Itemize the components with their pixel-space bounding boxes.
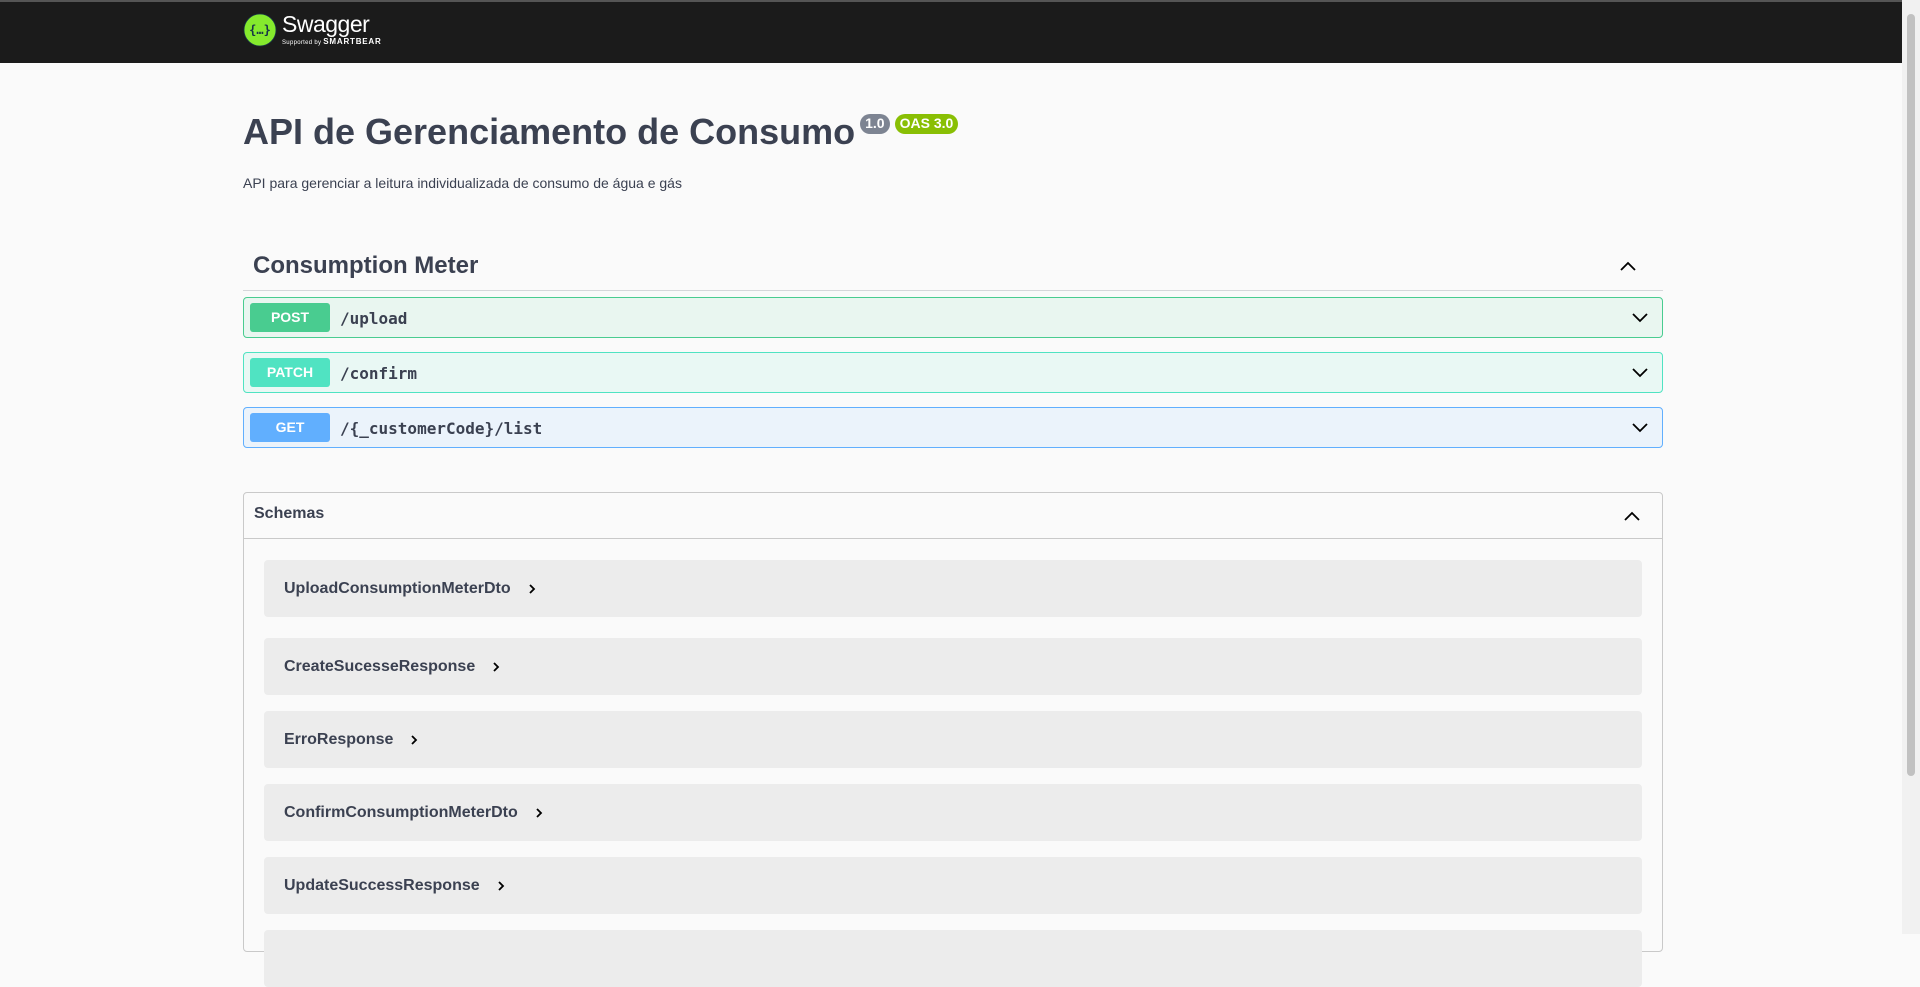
chevron-up-icon[interactable] (1622, 506, 1642, 526)
schemas-section: Schemas UploadConsumptionMeterDto Create… (243, 492, 1663, 987)
schema-name: UploadConsumptionMeterDto (284, 580, 511, 597)
schema-name: ErroResponse (284, 731, 394, 748)
schemas-title: Schemas (254, 505, 325, 522)
chevron-right-icon[interactable] (494, 879, 508, 893)
tag-title: Consumption Meter (253, 252, 479, 279)
chevron-down-icon[interactable] (1630, 308, 1650, 328)
chevron-down-icon[interactable] (1630, 363, 1650, 383)
operation-path: /{_customerCode}/list (340, 419, 543, 438)
api-title: API de Gerenciamento de Consumo (243, 111, 856, 152)
operation-post-upload[interactable]: POST /upload (243, 297, 1663, 338)
operation-path: /upload (340, 309, 408, 328)
brand-name: Swagger (282, 11, 370, 37)
operation-path: /confirm (340, 364, 418, 383)
brand-tagline: Supported by SMARTBEAR (282, 37, 382, 46)
method-badge-patch: PATCH (250, 358, 330, 387)
method-badge-get: GET (250, 413, 330, 442)
page-scrollbar[interactable] (1902, 0, 1920, 934)
operation-get-list[interactable]: GET /{_customerCode}/list (243, 407, 1663, 448)
chevron-up-icon[interactable] (1618, 256, 1638, 276)
api-info: API de Gerenciamento de Consumo 1.0 OAS … (243, 108, 959, 156)
tag-header[interactable]: Consumption Meter (243, 240, 1663, 291)
topbar: {…} Swagger Supported by SMARTBEAR (0, 0, 1902, 63)
schema-name: UpdateSuccessResponse (284, 877, 480, 894)
schema-item[interactable]: UpdateSuccessResponse (264, 857, 1642, 914)
operation-patch-confirm[interactable]: PATCH /confirm (243, 352, 1663, 393)
tag-section-consumption-meter: Consumption Meter POST /upload PATCH /co… (243, 240, 1663, 448)
scrollbar-thumb[interactable] (1907, 14, 1915, 776)
chevron-right-icon[interactable] (489, 660, 503, 674)
swagger-brand-link[interactable]: {…} Swagger Supported by SMARTBEAR (243, 11, 382, 47)
version-badge: 1.0 (860, 114, 890, 134)
chevron-right-icon[interactable] (407, 733, 421, 747)
schema-item[interactable]: ConfirmConsumptionMeterDto (264, 784, 1642, 841)
schema-item[interactable] (264, 930, 1642, 987)
svg-text:{…}: {…} (249, 23, 271, 37)
method-badge-post: POST (250, 303, 330, 332)
api-description: API para gerenciar a leitura individuali… (243, 175, 682, 191)
schema-item[interactable]: UploadConsumptionMeterDto (264, 560, 1642, 617)
swagger-logo-icon: {…} (243, 13, 277, 47)
schema-name: ConfirmConsumptionMeterDto (284, 804, 518, 821)
oas-badge: OAS 3.0 (894, 114, 959, 134)
chevron-down-icon[interactable] (1630, 418, 1650, 438)
schema-item[interactable]: CreateSucesseResponse (264, 638, 1642, 695)
schemas-header[interactable]: Schemas (244, 493, 1662, 539)
schema-item[interactable]: ErroResponse (264, 711, 1642, 768)
schema-name: CreateSucesseResponse (284, 658, 476, 675)
chevron-right-icon[interactable] (525, 582, 539, 596)
chevron-right-icon[interactable] (532, 806, 546, 820)
